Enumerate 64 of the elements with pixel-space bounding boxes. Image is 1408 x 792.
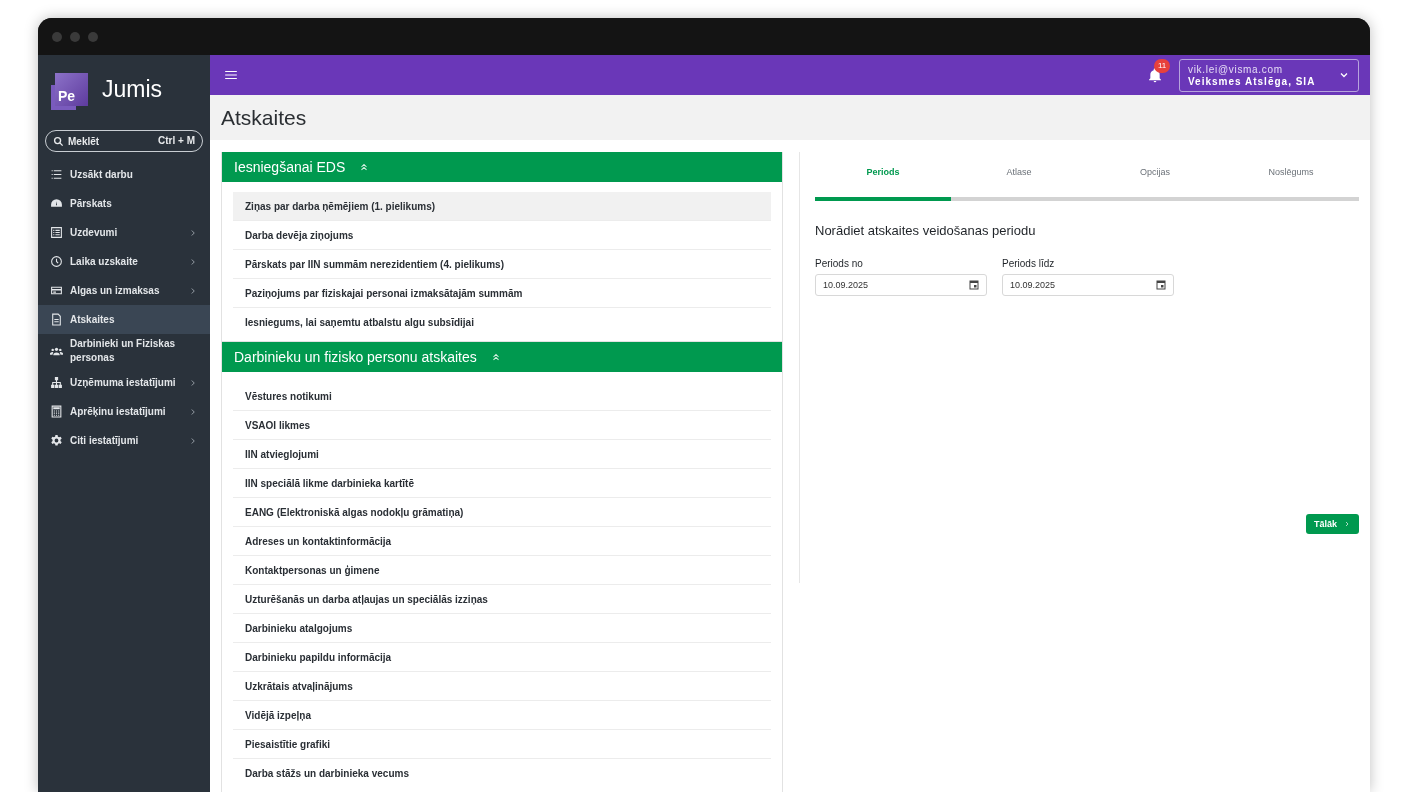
search-icon [53,136,64,147]
report-item[interactable]: Uzkrātais atvaļinājums [233,672,771,701]
report-item[interactable]: Kontaktpersonas un ģimene [233,556,771,585]
step-tab[interactable]: Atlase [951,152,1087,201]
account-dropdown[interactable]: vik.lei@visma.com Veiksmes Atslēga, SIA [1179,58,1359,92]
sidebar-item[interactable]: Uzdevumi [38,218,210,247]
sidebar-item[interactable]: Atskaites [38,305,210,334]
shortcut-hint: Ctrl + M [158,135,195,146]
task-list-icon [50,226,63,239]
report-item[interactable]: Darba devēja ziņojums [233,221,771,250]
sidebar-item[interactable]: Uzsākt darbu [38,160,210,189]
report-item[interactable]: VSAOI likmes [233,411,771,440]
date-field[interactable]: 10.09.2025 [1002,274,1174,296]
sidebar-item[interactable]: Darbinieki un Fiziskas personas [38,334,210,368]
sidebar-item[interactable]: Pārskats [38,189,210,218]
report-item[interactable]: Paziņojums par fiziskajai personai izmaksātajām summām [233,279,771,308]
sidebar-item[interactable]: Laika uzskaite [38,247,210,276]
report-item[interactable]: Darbinieku papildu informācija [233,643,771,672]
report-item[interactable]: Iesniegums, lai saņemtu atbalstu algu subsīdijai [233,308,771,337]
hierarchy-icon [50,376,63,389]
report-item[interactable]: Ziņas par darba ņēmējiem (1. pielikums) [233,192,771,221]
sidebar-item[interactable]: Algas un izmaksas [38,276,210,305]
clock-icon [50,255,63,268]
report-item[interactable]: Vēstures notikumi [233,382,771,411]
card-icon [50,284,63,297]
chevron-right-icon [1343,520,1351,528]
calculator-icon [50,405,63,418]
logo-text: Pe [58,87,76,104]
section-header[interactable]: Darbinieku un fizisko personu atskaites [222,342,782,372]
report-item[interactable]: IIN atvieglojumi [233,440,771,469]
report-item[interactable]: Pārskats par IIN summām nerezidentiem (4. pielikums) [233,250,771,279]
report-item[interactable]: Piesaistītie grafiki [233,730,771,759]
company-name: Veiksmes Atslēga, SIA [1188,75,1316,87]
report-item[interactable]: Darbinieku atalgojums [233,614,771,643]
date-field[interactable]: 10.09.2025 [815,274,987,296]
report-item[interactable]: Vidējā izpeļņa [233,701,771,730]
next-button[interactable]: Tālāk [1306,514,1359,534]
section-heading: Norādiet atskaites veidošanas periodu [815,223,1037,238]
section-header[interactable]: Iesniegšanai EDS [222,152,782,182]
report-item[interactable]: Darba stāžs un darbinieka vecums [233,759,771,788]
account-email: vik.lei@visma.com [1188,63,1284,75]
list-icon [50,168,63,181]
notification-badge: 11 [1154,59,1171,73]
page-title: Atskaites [221,105,307,130]
menu-icon[interactable] [224,68,238,82]
document-icon [50,313,63,326]
report-item[interactable]: EANG (Elektroniskā algas nodokļu grāmatiņa) [233,498,771,527]
report-item[interactable]: Adreses un kontaktinformācija [233,527,771,556]
field-label: Periods līdz [1002,258,1056,269]
report-item[interactable]: IIN speciālā likme darbinieka kartītē [233,469,771,498]
calendar-icon[interactable] [1155,279,1167,291]
bell-icon[interactable] [1147,67,1163,83]
sidebar-item[interactable]: Aprēķinu iestatījumi [38,397,210,426]
step-tab[interactable]: Noslēgums [1223,152,1359,201]
field-label: Periods no [815,258,864,269]
sidebar-item[interactable]: Citi iestatījumi [38,426,210,455]
settings-icon [50,434,63,447]
step-tab[interactable]: Opcijas [1087,152,1223,201]
step-tab[interactable]: Periods [815,152,951,201]
report-item[interactable]: Uzturēšanās un darba atļaujas un speciālās izziņas [233,585,771,614]
app-name: Jumis [102,75,163,103]
calendar-icon[interactable] [968,279,980,291]
sidebar-item[interactable]: Uzņēmuma iestatījumi [38,368,210,397]
gauge-icon [50,197,63,210]
